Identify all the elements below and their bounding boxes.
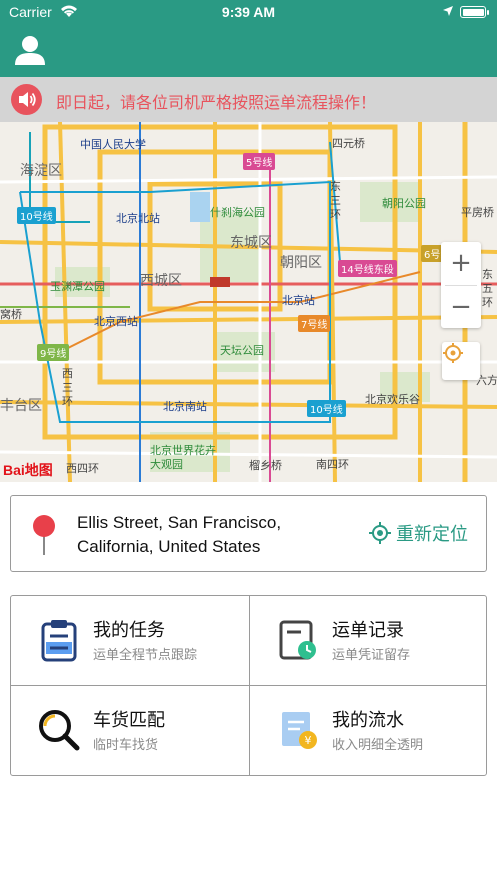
map-label: 西四环 [66, 462, 99, 475]
crosshair-icon [443, 343, 463, 363]
map-roads [0, 122, 497, 482]
map-label: 东城区 [230, 235, 272, 251]
action-subtitle: 临时车找货 [93, 738, 159, 753]
action-subtitle: 收入明细全透明 [332, 738, 424, 753]
map-view[interactable]: 中国人民大学 海淀区 四元桥 5号线 10号线 北京北站 什刹海公园 朝阳公园 … [0, 122, 497, 482]
map-label: 四元桥 [332, 137, 365, 150]
map-label: 北京世界花卉大观园 [150, 444, 216, 471]
map-label: 东三环 [330, 180, 341, 221]
map-label: 窝桥 [0, 308, 22, 321]
notice-bar: 即日起，请各位司机严格按照运单流程操作！ [0, 77, 497, 122]
map-line-tag: 5号线 [243, 153, 276, 170]
action-title: 车货匹配 [93, 710, 165, 731]
waybill-record-icon [279, 620, 316, 660]
map-label: 玉渊潭公园 [50, 280, 105, 293]
zoom-control: + − [441, 242, 481, 328]
status-bar: Carrier 9:39 AM [0, 0, 497, 26]
map-label: 北京欢乐谷 [365, 393, 420, 406]
my-tasks-button[interactable]: 我的任务 运单全程节点跟踪 [11, 596, 249, 685]
waybill-records-button[interactable]: 运单记录 运单凭证留存 [250, 596, 488, 685]
map-label: 丰台区 [0, 398, 42, 414]
map-label: 南四环 [316, 458, 349, 471]
action-title: 运单记录 [332, 620, 404, 641]
action-title: 我的任务 [93, 620, 165, 641]
map-pin-icon [33, 515, 55, 555]
user-avatar-icon[interactable] [14, 34, 46, 66]
svg-text:¥: ¥ [305, 734, 312, 747]
map-label: 朝阳公园 [382, 197, 426, 210]
map-line-tag: 10号线 [17, 207, 56, 224]
location-arrow-icon [443, 6, 453, 16]
clipboard-icon [41, 620, 77, 662]
battery-level [462, 8, 484, 16]
map-label: 什刹海公园 [210, 206, 265, 219]
action-grid: 我的任务 运单全程节点跟踪 运单记录 运单凭证留存 车货匹配 临时车找货 ¥ 我… [10, 595, 487, 776]
map-label: 榴乡桥 [249, 459, 282, 472]
map-label: 中国人民大学 [80, 138, 146, 151]
battery-icon [460, 6, 489, 18]
cashflow-button[interactable]: ¥ 我的流水 收入明细全透明 [250, 686, 488, 775]
status-time: 9:39 AM [221, 4, 276, 20]
relocate-label: 重新定位 [396, 524, 468, 545]
action-subtitle: 运单全程节点跟踪 [93, 648, 198, 663]
map-label: 天坛公园 [220, 344, 264, 357]
notice-text: 即日起，请各位司机严格按照运单流程操作！ [56, 93, 377, 112]
current-address: Ellis Street, San Francisco, California,… [77, 513, 282, 556]
app-header: Carrier 9:39 AM [0, 0, 497, 77]
magnifier-icon [39, 710, 80, 751]
map-label: 北京南站 [163, 400, 207, 413]
map-label: 东五环 [482, 268, 493, 309]
map-label: 西三环 [62, 367, 73, 408]
target-icon [369, 522, 391, 544]
map-label: 北京站 [282, 294, 315, 307]
action-title: 我的流水 [332, 710, 404, 731]
map-locate-button[interactable] [442, 342, 480, 380]
map-label: 朝阳区 [280, 255, 322, 271]
relocate-button[interactable]: 重新定位 [369, 520, 468, 546]
cargo-match-button[interactable]: 车货匹配 临时车找货 [11, 686, 249, 775]
map-label: 北京西站 [94, 315, 138, 328]
action-subtitle: 运单凭证留存 [332, 648, 411, 663]
map-label: 海淀区 [20, 163, 62, 179]
map-label: 西城区 [140, 273, 182, 289]
baidu-map-logo: Bai地图 [3, 462, 53, 478]
map-line-tag: 14号线东段 [338, 260, 397, 277]
map-line-tag: 7号线 [298, 315, 331, 332]
zoom-in-button[interactable]: + [441, 242, 481, 284]
map-label: 平房桥 [461, 206, 494, 219]
location-card: Ellis Street, San Francisco, California,… [10, 495, 487, 572]
map-line-tag: 9号线 [37, 344, 70, 361]
speaker-icon [11, 84, 42, 115]
cashflow-icon: ¥ [282, 712, 317, 749]
zoom-out-button[interactable]: − [441, 286, 481, 328]
map-line-tag: 10号线 [307, 400, 346, 417]
map-label: 北京北站 [116, 212, 160, 225]
